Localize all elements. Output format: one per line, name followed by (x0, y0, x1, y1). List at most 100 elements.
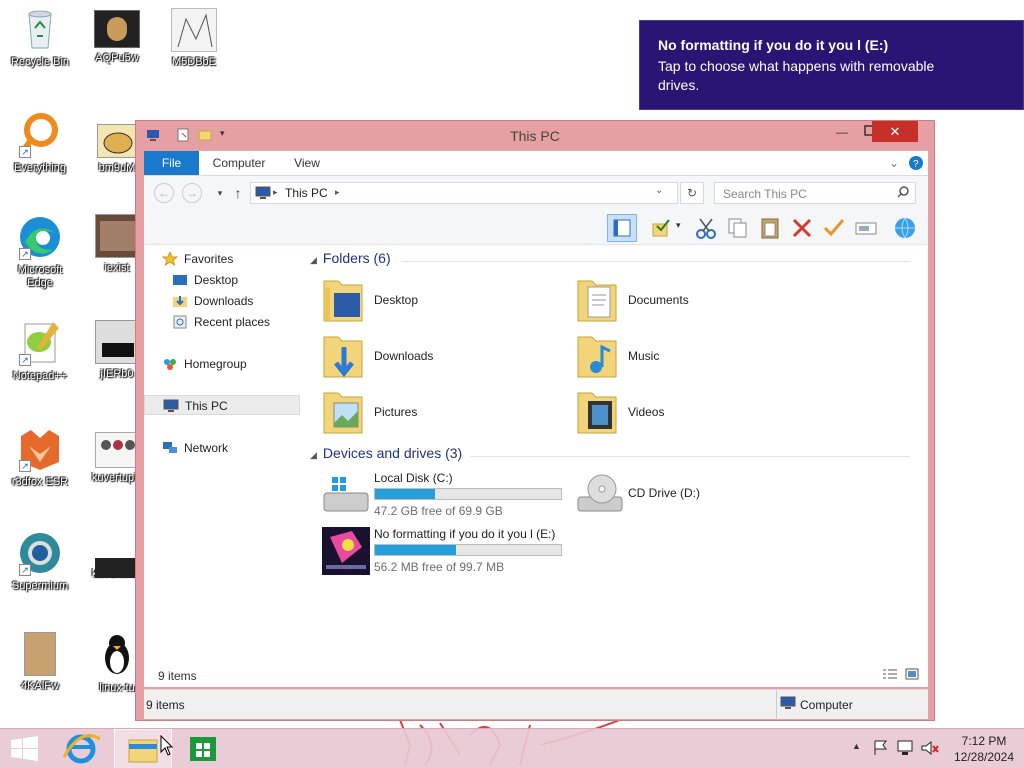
nav-this-pc[interactable]: This PC (144, 395, 300, 415)
folder-music[interactable]: Music (576, 331, 826, 383)
cut-icon[interactable] (694, 216, 718, 243)
volume-muted-icon[interactable] (920, 739, 940, 760)
checkmark-icon[interactable] (822, 216, 846, 243)
desktop-icon-4kalfw[interactable]: 4KAlFw (0, 632, 80, 693)
store-taskbar-icon[interactable] (178, 729, 228, 768)
folders-group-header[interactable]: ◢ Folders (6) (310, 250, 391, 266)
folder-documents[interactable]: Documents (576, 275, 826, 327)
autoplay-notification[interactable]: No formatting if you do it you l (E:) Ta… (639, 20, 1024, 110)
drive-e[interactable]: No formatting if you do it you l (E:) 56… (322, 527, 572, 579)
nav-downloads[interactable]: Downloads (172, 291, 253, 311)
nav-favorites[interactable]: Favorites (161, 249, 234, 269)
desktop-icon (172, 273, 188, 287)
rename-icon[interactable] (854, 216, 878, 243)
address-row: ← → ▾ ↑ ▸ This PC ▸ ⌄ ↻ Search This PC (144, 176, 928, 210)
linux-tux-icon (94, 632, 140, 678)
image-file-icon (97, 124, 137, 158)
minimize-button[interactable]: — (832, 122, 852, 142)
folder-downloads[interactable]: Downloads (322, 331, 572, 383)
close-button[interactable]: ✕ (872, 121, 918, 142)
desktop-icon-m5dbbe[interactable]: M5DBbE (154, 8, 234, 69)
status-bar: 9 items Computer (144, 689, 928, 720)
forward-button[interactable]: → (182, 183, 202, 203)
internet-explorer-taskbar-icon[interactable] (56, 729, 106, 768)
tab-computer[interactable]: Computer (204, 151, 274, 175)
shortcut-arrow-icon: ↗ (19, 564, 31, 576)
notification-message: Tap to choose what happens with removabl… (658, 58, 935, 93)
network-status-icon[interactable] (896, 739, 916, 760)
removable-drive-thumbnail-icon (322, 527, 370, 575)
desktop-icon-label: 4KAlFw (21, 680, 59, 692)
computer-icon (163, 399, 179, 413)
status-divider (776, 690, 777, 720)
desktop-icon-supermium[interactable]: ↗ Supermium (0, 530, 80, 593)
desktop-icon-r3dfox[interactable]: ↗ r3dfox ESR (0, 426, 80, 489)
desktop-icon-edge[interactable]: ↗ Microsoft Edge (0, 214, 80, 290)
collapse-icon: ◢ (310, 255, 317, 265)
taskbar-clock[interactable]: 7:12 PM 12/28/2024 (944, 733, 1024, 765)
drive-d[interactable]: CD Drive (D:) (576, 471, 826, 523)
collapse-icon: ◢ (310, 450, 317, 460)
svg-text:?: ? (913, 159, 919, 170)
group-divider (402, 261, 910, 262)
globe-icon[interactable] (892, 216, 918, 243)
tab-view[interactable]: View (282, 151, 332, 175)
drives-group-header[interactable]: ◢ Devices and drives (3) (310, 445, 462, 461)
drives-group-label: Devices and drives (3) (322, 445, 463, 461)
folder-videos[interactable]: Videos (576, 387, 826, 439)
up-button[interactable]: ↑ (230, 183, 246, 203)
nav-homegroup[interactable]: Homegroup (162, 354, 247, 374)
computer-icon (255, 186, 271, 203)
recent-locations-icon[interactable]: ▾ (212, 183, 228, 203)
explorer-window[interactable]: ▾ This PC — ✕ File Computer View ⌄ ? ← →… (135, 120, 935, 721)
address-dropdown-icon[interactable]: ⌄ (655, 185, 663, 196)
network-icon (162, 441, 178, 455)
folder-desktop[interactable]: Desktop (322, 275, 572, 327)
drive-usage-fill (375, 545, 457, 555)
select-checkbox-icon[interactable] (649, 216, 673, 243)
breadcrumb-this-pc[interactable]: This PC (285, 186, 328, 200)
drive-c[interactable]: Local Disk (C:) 47.2 GB free of 69.9 GB (322, 471, 572, 523)
details-view-icon[interactable] (882, 667, 898, 684)
dropdown-arrow-icon[interactable]: ▾ (676, 220, 681, 231)
desktop-icon-label: Supermium (11, 580, 69, 592)
desktop-icon-notepad-plus-plus[interactable]: ↗ Notepad++ (0, 320, 80, 383)
action-center-flag-icon[interactable] (872, 739, 890, 760)
paste-icon[interactable] (758, 216, 782, 243)
help-icon[interactable]: ? (906, 151, 926, 175)
address-bar[interactable]: ▸ This PC ▸ ⌄ (250, 182, 678, 204)
breadcrumb-separator-icon[interactable]: ▸ (273, 187, 278, 198)
delete-icon[interactable] (790, 216, 814, 243)
desktop-icon-label: Everything (14, 162, 66, 174)
expand-ribbon-icon[interactable]: ⌄ (884, 151, 904, 175)
copy-icon[interactable] (726, 216, 750, 243)
folder-pictures[interactable]: Pictures (322, 387, 572, 439)
desktop-icon-aqpu5w[interactable]: AQPu5w (77, 10, 157, 65)
documents-folder-icon (576, 275, 620, 325)
desktop-icon-label: M5DBbE (171, 56, 217, 68)
cd-drive-icon (576, 473, 624, 520)
nav-network[interactable]: Network (162, 438, 228, 458)
search-placeholder: Search This PC (723, 187, 807, 201)
tab-file[interactable]: File (144, 151, 199, 175)
refresh-button[interactable]: ↻ (680, 182, 704, 204)
title-bar[interactable]: ▾ This PC — ✕ (136, 121, 934, 151)
image-file-icon (95, 320, 139, 364)
drive-usage-bar (374, 488, 562, 500)
shortcut-arrow-icon: ↗ (19, 248, 31, 260)
back-button[interactable]: ← (154, 183, 174, 203)
computer-icon (780, 696, 796, 713)
nav-favorites-label: Favorites (184, 252, 234, 266)
desktop-icon-recycle-bin[interactable]: Recycle Bin (0, 6, 80, 69)
show-hidden-icons-button[interactable]: ▲ (852, 741, 861, 751)
large-icons-view-icon[interactable] (904, 667, 920, 684)
videos-folder-icon (576, 387, 620, 437)
nav-desktop[interactable]: Desktop (172, 270, 238, 290)
start-button[interactable] (0, 729, 50, 768)
search-box[interactable]: Search This PC (714, 182, 916, 204)
preview-pane-button[interactable] (607, 214, 637, 242)
breadcrumb-chevron-icon[interactable]: ▸ (335, 187, 340, 198)
desktop-icon-label: r3dfox ESR (11, 476, 69, 488)
nav-recent-places[interactable]: Recent places (172, 312, 270, 332)
desktop-icon-everything[interactable]: ↗ Everything (0, 112, 80, 175)
